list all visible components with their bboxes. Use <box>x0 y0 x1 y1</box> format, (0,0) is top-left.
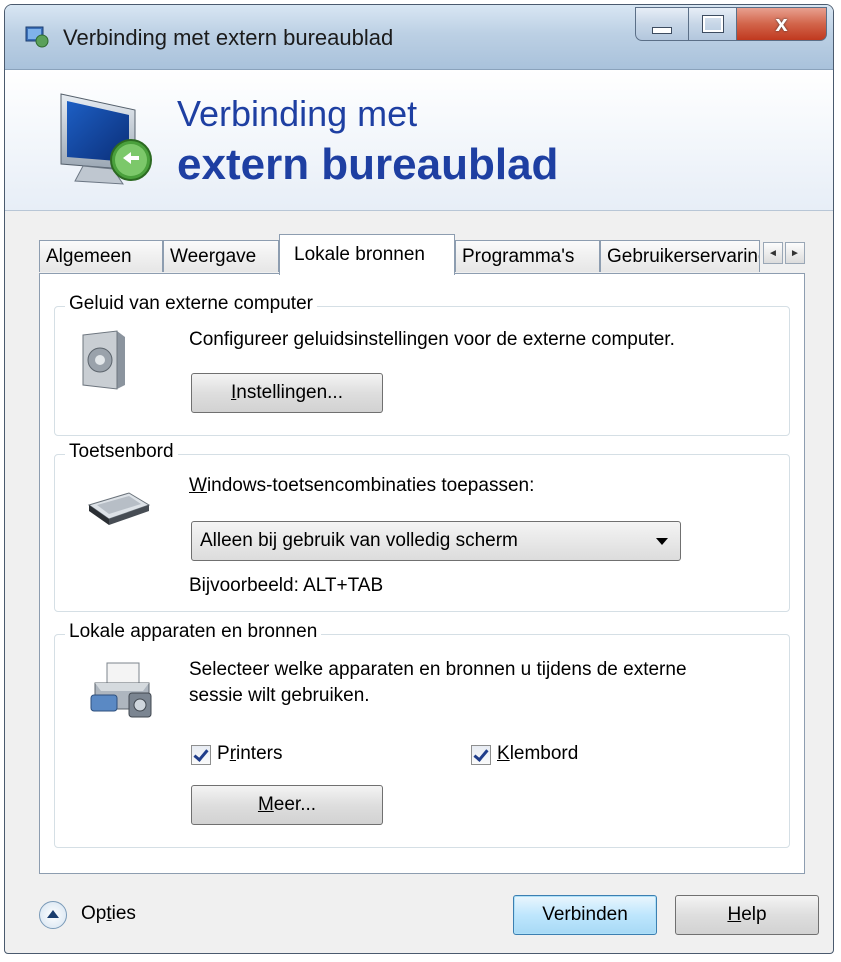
remote-desktop-monitor-icon <box>60 93 152 185</box>
tab-panel-lokale-bronnen: Geluid van externe computer Configureer … <box>39 273 805 874</box>
keyboard-label: Windows-toetsencombinaties toepassen: <box>189 475 535 496</box>
banner-title-line2: extern bureaublad <box>177 140 559 189</box>
speaker-icon <box>82 330 125 390</box>
tab-weergave[interactable]: Weergave <box>163 240 279 272</box>
options-label[interactable]: Opties <box>81 903 136 925</box>
keyboard-combination-select[interactable]: Alleen bij gebruik van volledig scherm <box>191 521 681 561</box>
chevron-down-icon <box>656 538 668 545</box>
chevron-up-icon <box>39 901 67 929</box>
tab-gebruikerservaring[interactable]: Gebruikerservaring <box>600 240 760 272</box>
keyboard-example: Bijvoorbeeld: ALT+TAB <box>189 575 384 596</box>
banner-title-line1: Verbinding met <box>177 93 418 134</box>
maximize-icon <box>689 8 736 40</box>
minimize-button[interactable] <box>635 7 689 41</box>
tab-programmas[interactable]: Programma's <box>455 240 600 272</box>
group-keyboard-title: Toetsenbord <box>65 441 178 463</box>
close-button[interactable]: x <box>737 7 827 41</box>
maximize-button[interactable] <box>689 7 737 41</box>
more-button[interactable]: Meer... <box>191 785 383 825</box>
keyboard-icon <box>87 492 151 525</box>
group-devices-title: Lokale apparaten en bronnen <box>65 621 322 643</box>
remote-desktop-small-icon <box>25 26 49 48</box>
clipboard-checkbox[interactable] <box>471 745 491 765</box>
printers-checkbox[interactable] <box>191 745 211 765</box>
connect-button[interactable]: Verbinden <box>513 895 657 935</box>
sound-settings-button[interactable]: Instellingen... <box>191 373 383 413</box>
sound-description: Configureer geluidsinstellingen voor de … <box>189 329 675 350</box>
group-sound-title: Geluid van externe computer <box>65 293 317 315</box>
close-icon: x <box>775 11 788 36</box>
clipboard-label[interactable]: Klembord <box>497 743 578 765</box>
banner: Verbinding met extern bureaublad <box>5 70 833 211</box>
group-devices: Lokale apparaten en bronnen Selecteer we… <box>54 621 790 848</box>
minimize-icon <box>636 8 688 40</box>
caption-buttons: x <box>635 7 827 43</box>
tab-algemeen[interactable]: Algemeen <box>39 240 163 272</box>
tab-scroll-left-button[interactable]: ◄ <box>763 242 783 264</box>
tab-lokale-bronnen[interactable]: Lokale bronnen <box>279 234 455 275</box>
devices-description-line2: sessie wilt gebruiken. <box>189 685 370 706</box>
group-keyboard: Toetsenbord Windows-toetsencombinaties t… <box>54 441 790 612</box>
window-title: Verbinding met extern bureaublad <box>63 25 394 50</box>
tab-scroll-right-button[interactable]: ► <box>785 242 805 264</box>
devices-icon <box>90 662 152 718</box>
title-bar[interactable]: Verbinding met extern bureaublad x <box>5 5 833 70</box>
help-button[interactable]: Help <box>675 895 819 935</box>
printers-label[interactable]: Printers <box>217 743 282 765</box>
rdp-window: Verbinding met extern bureaublad x Verbi… <box>4 4 834 954</box>
devices-description-line1: Selecteer welke apparaten en bronnen u t… <box>189 659 687 680</box>
group-sound: Geluid van externe computer Configureer … <box>54 293 790 436</box>
